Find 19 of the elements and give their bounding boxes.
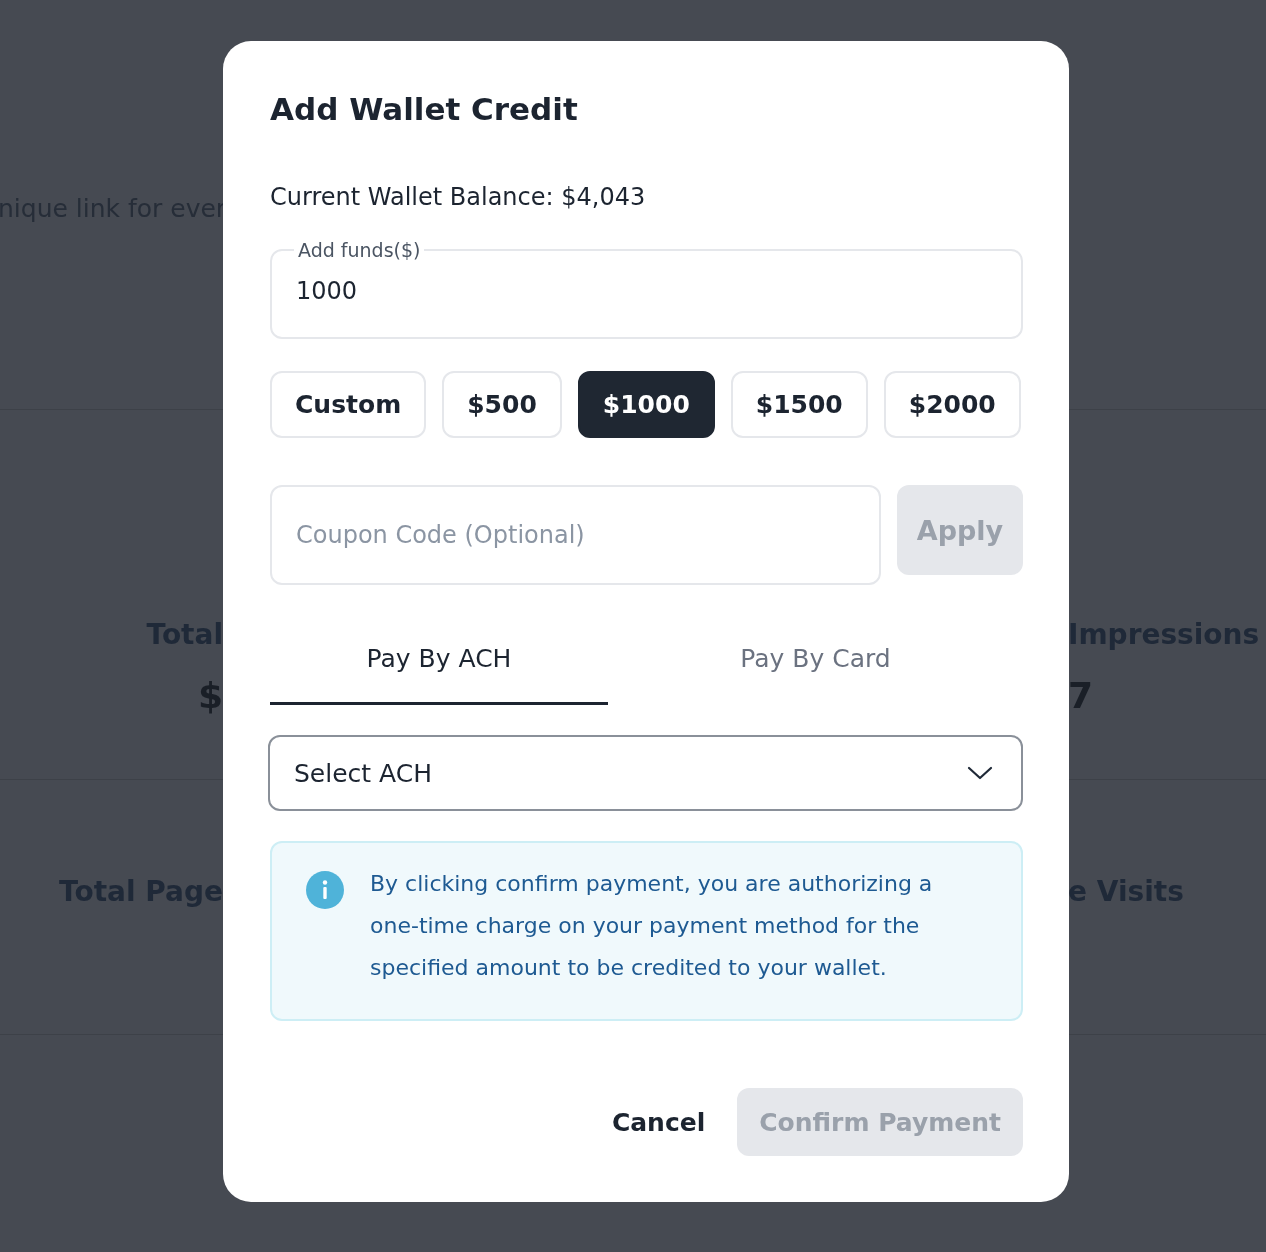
amount-option-button[interactable]: Custom: [270, 371, 427, 438]
stat-value: $: [197, 675, 223, 716]
cancel-button[interactable]: Cancel: [595, 1088, 722, 1156]
amount-option-button[interactable]: $1000: [577, 371, 715, 438]
field-value: 1000: [296, 277, 359, 305]
amount-option-button[interactable]: $1500: [730, 371, 868, 438]
chevron-down-icon: [967, 766, 993, 780]
field-label: Add funds($): [297, 239, 422, 261]
info-icon: [306, 871, 344, 909]
funds-field[interactable]: Add funds($) 1000: [270, 239, 1023, 339]
payment-tab[interactable]: Pay By Card: [608, 625, 1023, 705]
ach-select[interactable]: Select ACH: [268, 735, 1023, 811]
wallet-balance: Current Wallet Balance: $4,043: [270, 183, 647, 211]
amount-option-button[interactable]: $500: [442, 371, 562, 438]
coupon-field[interactable]: Coupon Code (Optional): [270, 485, 881, 585]
payment-tab[interactable]: Pay By ACH: [270, 625, 608, 705]
info-text: By clicking confirm payment, you are authorizing a one-time charge on your payment method for the specified amount to be credited to your wallet.: [370, 870, 934, 982]
modal-title: Add Wallet Credit: [270, 91, 579, 127]
amount-option-button[interactable]: $2000: [883, 371, 1021, 438]
